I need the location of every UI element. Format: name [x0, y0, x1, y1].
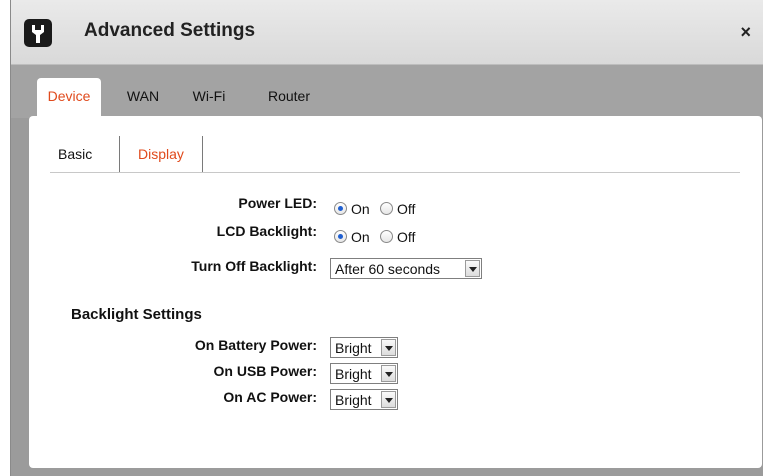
battery-power-value: Bright: [335, 340, 372, 356]
ac-power-label: On AC Power:: [223, 389, 317, 405]
power-led-off-radio[interactable]: [380, 202, 393, 215]
chevron-down-icon: [465, 260, 480, 277]
battery-power-label: On Battery Power:: [194, 337, 317, 353]
dialog-titlebar: Advanced Settings ×: [11, 0, 763, 65]
tab-wan[interactable]: WAN: [121, 78, 165, 118]
chevron-down-icon: [381, 339, 396, 356]
power-led-on-radio[interactable]: [334, 202, 347, 215]
sub-tab-bar: Basic Display: [50, 136, 740, 173]
power-led-label: Power LED:: [238, 195, 317, 211]
lcd-backlight-off-label: Off: [397, 229, 416, 245]
usb-power-select[interactable]: Bright: [330, 363, 398, 384]
dialog-title: Advanced Settings: [84, 20, 256, 41]
chevron-down-icon: [381, 391, 396, 408]
turn-off-backlight-select[interactable]: After 60 seconds: [330, 258, 482, 279]
lcd-backlight-on-label: On: [351, 229, 370, 245]
device-panel: Basic Display Power LED: On Off LCD Back…: [29, 116, 762, 468]
power-led-off-label: Off: [397, 201, 416, 217]
power-led-on-label: On: [351, 201, 370, 217]
turn-off-backlight-value: After 60 seconds: [335, 261, 441, 277]
close-icon[interactable]: ×: [740, 22, 751, 42]
lcd-backlight-on-radio[interactable]: [334, 230, 347, 243]
advanced-settings-dialog: Advanced Settings × Device WAN Wi-Fi Rou…: [10, 0, 763, 476]
tab-router[interactable]: Router: [261, 78, 317, 118]
ac-power-value: Bright: [335, 392, 372, 408]
wrench-icon: [24, 19, 52, 47]
usb-power-value: Bright: [335, 366, 372, 382]
battery-power-select[interactable]: Bright: [330, 337, 398, 358]
tab-wifi[interactable]: Wi-Fi: [187, 78, 231, 118]
lcd-backlight-off-radio[interactable]: [380, 230, 393, 243]
usb-power-label: On USB Power:: [213, 363, 317, 379]
tab-device[interactable]: Device: [37, 78, 101, 118]
subtab-divider: [202, 136, 203, 172]
subtab-display[interactable]: Display: [138, 136, 184, 172]
turn-off-backlight-label: Turn Off Backlight:: [191, 258, 317, 274]
ac-power-select[interactable]: Bright: [330, 389, 398, 410]
lcd-backlight-label: LCD Backlight:: [216, 223, 317, 239]
backlight-settings-heading: Backlight Settings: [71, 306, 202, 323]
subtab-divider: [119, 136, 120, 172]
main-tab-bar: Device WAN Wi-Fi Router: [11, 65, 763, 118]
subtab-basic[interactable]: Basic: [58, 136, 92, 172]
chevron-down-icon: [381, 365, 396, 382]
